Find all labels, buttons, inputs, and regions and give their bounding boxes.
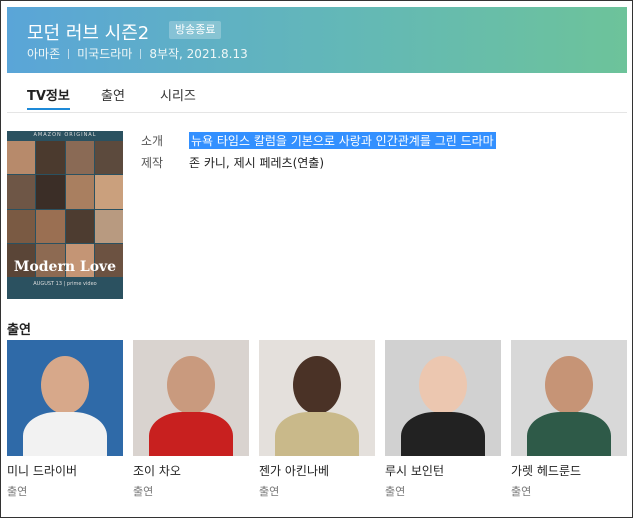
meta-divider: [140, 48, 142, 59]
poster-collage: [7, 141, 123, 277]
cast-photo[interactable]: [511, 340, 627, 456]
meta-line: 아마존 미국드라마 8부작, 2021.8.13: [27, 45, 248, 62]
info-row-production: 제작 존 카니, 제시 페레츠(연출): [141, 151, 496, 173]
poster-top-text: AMAZON ORIGINAL: [33, 132, 97, 138]
cast-card[interactable]: 젠가 아킨나베 출연: [259, 340, 375, 499]
cast-photo[interactable]: [259, 340, 375, 456]
tab-tv-info[interactable]: TV정보: [27, 85, 70, 110]
cast-name[interactable]: 미니 드라이버: [7, 462, 123, 479]
cast-role: 출연: [259, 485, 280, 498]
cast-photo[interactable]: [385, 340, 501, 456]
info-label-production: 제작: [141, 155, 164, 170]
cast-role: 출연: [7, 485, 28, 498]
info-row-intro: 소개 뉴욕 타임스 칼럼을 기본으로 사랑과 인간관계를 그린 드라마: [141, 129, 496, 151]
cast-name[interactable]: 젠가 아킨나베: [259, 462, 375, 479]
cast-card[interactable]: 조이 차오 출연: [133, 340, 249, 499]
cast-name[interactable]: 조이 차오: [133, 462, 249, 479]
poster-subtitle: AUGUST 13 | prime video: [33, 281, 97, 287]
info-table: 소개 뉴욕 타임스 칼럼을 기본으로 사랑과 인간관계를 그린 드라마 제작 존…: [141, 129, 496, 173]
cast-card[interactable]: 가렛 헤드룬드 출연: [511, 340, 627, 499]
cast-role: 출연: [133, 485, 154, 498]
info-value-production[interactable]: 존 카니, 제시 페레츠(연출): [189, 154, 324, 171]
info-label-intro: 소개: [141, 133, 164, 148]
tab-series[interactable]: 시리즈: [160, 85, 196, 104]
page-title: 모던 러브 시즌2: [27, 23, 150, 44]
info-value-intro: 뉴욕 타임스 칼럼을 기본으로 사랑과 인간관계를 그린 드라마: [189, 131, 496, 149]
poster-title: Modern Love: [13, 259, 117, 275]
cast-photo[interactable]: [7, 340, 123, 456]
cast-role: 출연: [511, 485, 532, 498]
meta-episodes: 8부작, 2021.8.13: [149, 47, 248, 61]
cast-name[interactable]: 루시 보인턴: [385, 462, 501, 479]
cast-card[interactable]: 미니 드라이버 출연: [7, 340, 123, 499]
cast-photo[interactable]: [133, 340, 249, 456]
tab-bar: TV정보 출연 시리즈: [7, 80, 627, 113]
cast-card[interactable]: 루시 보인턴 출연: [385, 340, 501, 499]
status-badge: 방송종료: [169, 21, 222, 39]
meta-genre[interactable]: 미국드라마: [77, 45, 132, 62]
meta-divider: [68, 48, 70, 59]
cast-heading: 출연: [7, 323, 31, 338]
tab-cast[interactable]: 출연: [101, 85, 125, 104]
title-header: 모던 러브 시즌2 방송종료 아마존 미국드라마 8부작, 2021.8.13: [7, 7, 627, 73]
cast-name[interactable]: 가렛 헤드룬드: [511, 462, 627, 479]
meta-network[interactable]: 아마존: [27, 45, 60, 62]
poster-image[interactable]: AMAZON ORIGINAL Modern Love AUGUST 13 | …: [7, 131, 123, 299]
cast-role: 출연: [385, 485, 406, 498]
